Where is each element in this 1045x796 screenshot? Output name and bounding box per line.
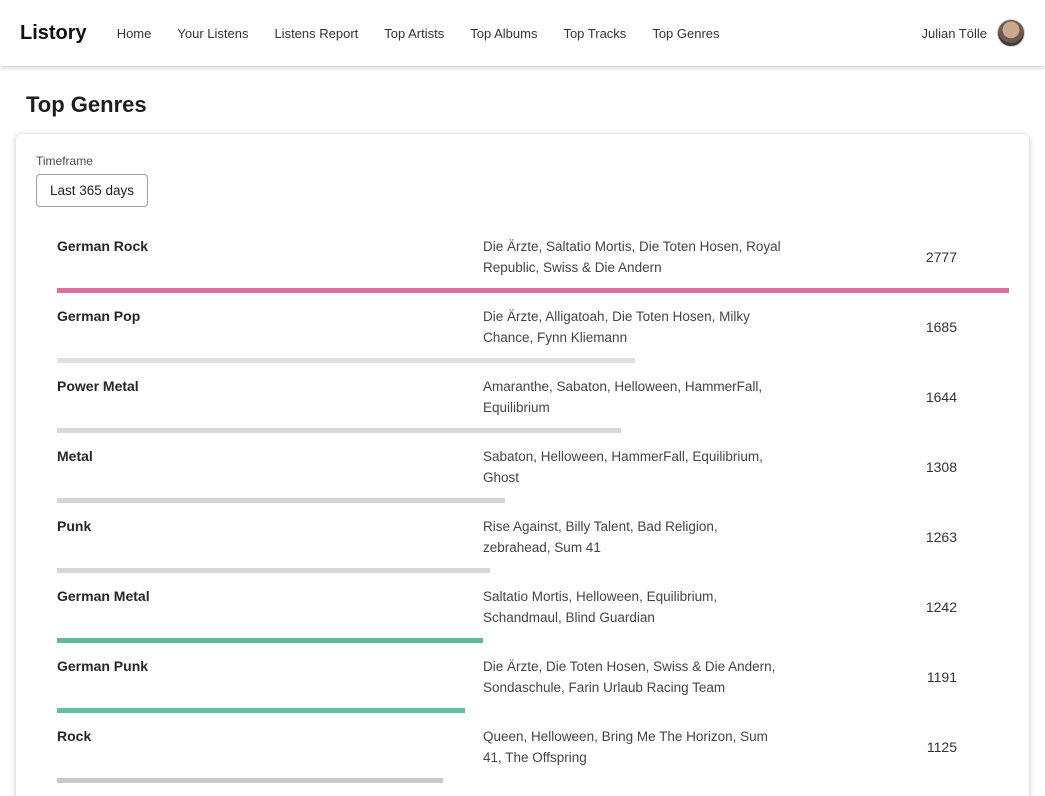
genre-bar: [57, 428, 621, 433]
genres-card: Timeframe Last 365 days German Rock Die …: [16, 134, 1029, 796]
genre-bar: [57, 638, 483, 643]
genre-row: Rock Queen, Helloween, Bring Me The Hori…: [36, 713, 1009, 783]
genre-count: 1125: [783, 739, 1009, 755]
genre-bar-track: [57, 708, 1009, 713]
genre-row: German Metal Saltatio Mortis, Helloween,…: [36, 573, 1009, 643]
genre-name: Power Metal: [57, 376, 483, 394]
genre-bar: [57, 708, 465, 713]
genre-count: 1191: [783, 669, 1009, 685]
genre-bar-track: [57, 498, 1009, 503]
genre-count: 2777: [783, 249, 1009, 265]
genre-row: Power Metal Amaranthe, Sabaton, Hellowee…: [36, 363, 1009, 433]
genre-bar-track: [57, 288, 1009, 293]
timeframe-label: Timeframe: [36, 154, 1029, 168]
nav-item-top-albums[interactable]: Top Albums: [470, 26, 537, 41]
genre-bar-track: [57, 358, 1009, 363]
nav-item-top-artists[interactable]: Top Artists: [384, 26, 444, 41]
genre-row: Medieval Rock Saltatio Mortis, Feuerschw…: [36, 783, 1009, 796]
genre-bar: [57, 568, 490, 573]
nav-item-top-genres[interactable]: Top Genres: [652, 26, 719, 41]
genre-name: German Rock: [57, 236, 483, 254]
genre-artists: Sabaton, Helloween, HammerFall, Equilibr…: [483, 446, 783, 488]
genre-bar: [57, 778, 443, 783]
genre-row: German Rock Die Ärzte, Saltatio Mortis, …: [36, 223, 1009, 293]
nav-item-listens-report[interactable]: Listens Report: [274, 26, 358, 41]
avatar[interactable]: [997, 19, 1025, 47]
genre-bar: [57, 358, 635, 363]
genre-count: 1242: [783, 599, 1009, 615]
genre-artists: Die Ärzte, Saltatio Mortis, Die Toten Ho…: [483, 236, 783, 278]
genre-bar-track: [57, 638, 1009, 643]
timeframe-filter: Timeframe Last 365 days: [36, 154, 1029, 207]
main-content: Top Genres Timeframe Last 365 days Germa…: [0, 92, 1045, 796]
nav-item-home[interactable]: Home: [117, 26, 152, 41]
genre-list: German Rock Die Ärzte, Saltatio Mortis, …: [36, 223, 1029, 796]
genre-name: German Pop: [57, 306, 483, 324]
genre-count: 1263: [783, 529, 1009, 545]
genre-bar-track: [57, 568, 1009, 573]
genre-count: 1308: [783, 459, 1009, 475]
nav-user-area: Julian Tölle: [921, 19, 1025, 47]
genre-artists: Die Ärzte, Alligatoah, Die Toten Hosen, …: [483, 306, 783, 348]
genre-artists: Amaranthe, Sabaton, Helloween, HammerFal…: [483, 376, 783, 418]
genre-count: 1644: [783, 389, 1009, 405]
genre-artists: Saltatio Mortis, Helloween, Equilibrium,…: [483, 586, 783, 628]
page-title: Top Genres: [26, 92, 1045, 118]
nav-links: Home Your Listens Listens Report Top Art…: [117, 26, 720, 41]
genre-row: Metal Sabaton, Helloween, HammerFall, Eq…: [36, 433, 1009, 503]
genre-bar-track: [57, 778, 1009, 783]
genre-row: German Pop Die Ärzte, Alligatoah, Die To…: [36, 293, 1009, 363]
genre-bar: [57, 288, 1009, 293]
genre-bar: [57, 498, 505, 503]
user-name: Julian Tölle: [921, 26, 987, 41]
brand-logo[interactable]: Listory: [20, 22, 87, 45]
genre-name: Punk: [57, 516, 483, 534]
genre-name: German Punk: [57, 656, 483, 674]
genre-artists: Queen, Helloween, Bring Me The Horizon, …: [483, 726, 783, 768]
timeframe-select[interactable]: Last 365 days: [36, 174, 148, 207]
genre-row: Punk Rise Against, Billy Talent, Bad Rel…: [36, 503, 1009, 573]
genre-row: German Punk Die Ärzte, Die Toten Hosen, …: [36, 643, 1009, 713]
genre-artists: Die Ärzte, Die Toten Hosen, Swiss & Die …: [483, 656, 783, 698]
genre-count: 1685: [783, 319, 1009, 335]
genre-name: German Metal: [57, 586, 483, 604]
genre-bar-track: [57, 428, 1009, 433]
nav-item-your-listens[interactable]: Your Listens: [177, 26, 248, 41]
genre-name: Rock: [57, 726, 483, 744]
nav-item-top-tracks[interactable]: Top Tracks: [563, 26, 626, 41]
genre-name: Metal: [57, 446, 483, 464]
top-nav: Listory Home Your Listens Listens Report…: [0, 0, 1045, 66]
genre-artists: Rise Against, Billy Talent, Bad Religion…: [483, 516, 783, 558]
